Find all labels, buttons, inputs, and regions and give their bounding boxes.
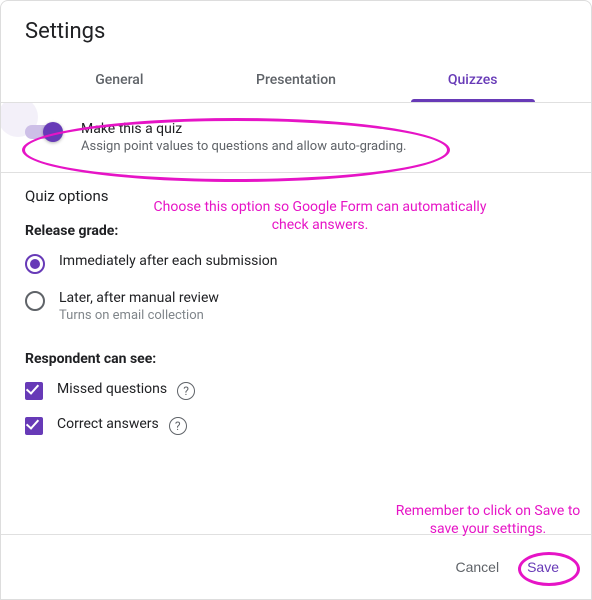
correct-answers-row[interactable]: Correct answers ? <box>25 416 567 435</box>
checkbox-correct-text: Correct answers <box>57 416 159 432</box>
dialog-content: Make this a quiz Assign point values to … <box>1 103 591 534</box>
quiz-options-title: Quiz options <box>25 187 567 205</box>
toggle-thumb <box>43 122 63 142</box>
toggle-text: Make this a quiz Assign point values to … <box>81 121 407 154</box>
tabs-bar: General Presentation Quizzes <box>1 62 591 103</box>
dialog-header: Settings <box>1 1 591 62</box>
make-quiz-row: Make this a quiz Assign point values to … <box>1 103 591 173</box>
make-quiz-toggle[interactable] <box>25 125 59 139</box>
dialog-footer: Cancel Save <box>1 534 591 599</box>
tab-presentation[interactable]: Presentation <box>208 62 385 102</box>
radio-immediate-label: Immediately after each submission <box>59 253 278 269</box>
respondent-can-see-label: Respondent can see: <box>25 351 567 367</box>
toggle-label: Make this a quiz <box>81 121 407 137</box>
help-icon[interactable]: ? <box>177 382 195 400</box>
radio-later-label: Later, after manual review <box>59 290 219 306</box>
release-grade-label: Release grade: <box>25 223 567 239</box>
radio-immediate-text: Immediately after each submission <box>59 253 278 269</box>
checkbox-correct[interactable] <box>25 417 43 435</box>
cancel-button[interactable]: Cancel <box>447 553 507 581</box>
radio-immediate[interactable] <box>25 254 45 274</box>
tab-general[interactable]: General <box>31 62 208 102</box>
checkbox-missed[interactable] <box>25 382 43 400</box>
radio-later-sublabel: Turns on email collection <box>59 308 219 323</box>
checkbox-missed-label: Missed questions <box>57 381 167 397</box>
radio-later[interactable] <box>25 291 45 311</box>
release-immediate-row[interactable]: Immediately after each submission <box>25 253 567 274</box>
radio-later-text: Later, after manual review Turns on emai… <box>59 290 219 323</box>
checkbox-missed-text: Missed questions <box>57 381 167 397</box>
toggle-description: Assign point values to questions and all… <box>81 139 407 154</box>
help-icon[interactable]: ? <box>169 417 187 435</box>
tab-quizzes[interactable]: Quizzes <box>384 62 561 102</box>
checkbox-correct-label: Correct answers <box>57 416 159 432</box>
dialog-title: Settings <box>25 19 567 44</box>
release-later-row[interactable]: Later, after manual review Turns on emai… <box>25 290 567 323</box>
settings-dialog: Settings General Presentation Quizzes Ma… <box>0 0 592 600</box>
save-button[interactable]: Save <box>519 553 567 581</box>
quiz-options-section: Quiz options Release grade: Immediately … <box>1 173 591 455</box>
missed-questions-row[interactable]: Missed questions ? <box>25 381 567 400</box>
